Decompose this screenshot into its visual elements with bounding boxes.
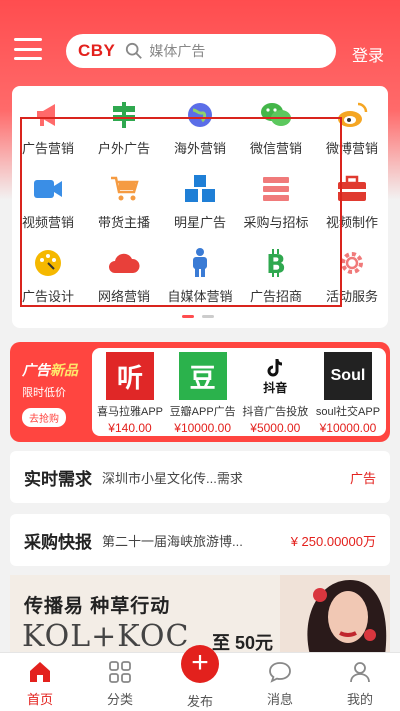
login-button[interactable]: 登录 <box>352 42 384 66</box>
product-item[interactable]: 豆 豆瓣APP广告 ¥10000.00 <box>167 352 239 435</box>
app-logo: CBY <box>78 41 116 60</box>
highlight-box <box>20 117 342 307</box>
home-icon <box>10 659 70 685</box>
publish-plus-button[interactable]: + <box>181 645 219 683</box>
product-item[interactable]: 听 喜马拉雅APP ¥140.00 <box>94 352 166 435</box>
tab-profile[interactable]: 我的 <box>330 659 390 708</box>
search-icon <box>126 42 143 59</box>
grab-button[interactable]: 去抢购 <box>22 408 66 427</box>
tiktok-note-icon <box>267 358 283 376</box>
realtime-demand-row[interactable]: 实时需求 深圳市小星文化传...需求 广告 <box>10 451 390 503</box>
tab-publish[interactable]: 发布 <box>170 687 230 710</box>
promo-section: 广告新品 限时低价 去抢购 听 喜马拉雅APP ¥140.00 豆 豆瓣APP广… <box>10 342 390 442</box>
model-portrait-image <box>280 575 390 655</box>
douban-logo: 豆 <box>178 352 227 400</box>
promo-header: 广告新品 限时低价 去抢购 <box>22 362 78 427</box>
search-placeholder: 媒体广告 <box>149 43 206 59</box>
tab-messages[interactable]: 消息 <box>250 659 310 708</box>
plus-icon: + <box>191 646 209 679</box>
ximalaya-logo: 听 <box>106 352 154 400</box>
douyin-logo: 抖音 <box>251 352 300 400</box>
purchase-news-row[interactable]: 采购快报 第二十一届海峡旅游博... ¥ 250.00000万 <box>10 514 390 566</box>
app-header: CBY 媒体广告 登录 <box>0 24 400 78</box>
chat-bubble-icon <box>250 659 310 685</box>
promo-banner[interactable]: 传播易 种草行动 KOL+KOC 至 50元 <box>10 575 390 655</box>
promo-products: 听 喜马拉雅APP ¥140.00 豆 豆瓣APP广告 ¥10000.00 抖音… <box>92 348 386 436</box>
product-item[interactable]: 抖音 抖音广告投放 ¥5000.00 <box>239 352 311 435</box>
product-item[interactable]: Soul soul社交APP ¥10000.00 <box>312 352 384 435</box>
soul-logo: Soul <box>323 352 372 400</box>
menu-icon[interactable] <box>14 38 42 60</box>
search-bar[interactable]: CBY 媒体广告 <box>66 34 336 68</box>
page-indicator <box>182 315 214 318</box>
grid-icon <box>90 659 150 685</box>
tab-home[interactable]: 首页 <box>10 659 70 708</box>
user-icon <box>330 659 390 685</box>
tab-category[interactable]: 分类 <box>90 659 150 708</box>
